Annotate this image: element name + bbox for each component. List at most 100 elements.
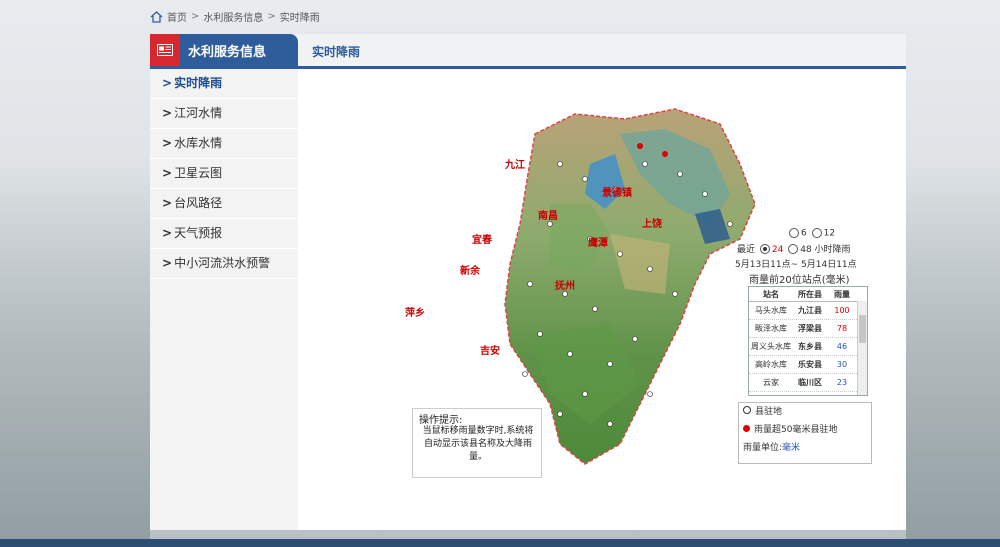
breadcrumb-current: 实时降雨 <box>279 13 320 24</box>
table-row[interactable]: 红旗水库上栗县23 <box>749 392 867 396</box>
station-cell: 红旗水库 <box>749 395 793 396</box>
hint-body: 当鼠标移雨量数字时,系统将自动显示该县名称及大降雨量。 <box>422 426 534 462</box>
sidebar-item-satellite[interactable]: > 卫星云图 <box>150 159 298 189</box>
time-range: 5月13日11点~ 5月14日11点 <box>735 259 857 270</box>
chevron-right-icon: > <box>162 166 173 180</box>
city-label[interactable]: 新余 <box>460 262 480 277</box>
sidebar-item-label: 天气预报 <box>174 226 223 240</box>
rank-table-body: 马头水库 九江县 100 畈泽水库 浮梁县 78 周义头水库 东乡县 46 高岭水库 乐安县 30 云家… <box>749 302 867 396</box>
county-cell: 九江县 <box>798 306 822 315</box>
value-cell: 30 <box>836 360 848 369</box>
recent-label: 最近 <box>737 244 756 255</box>
table-row[interactable]: 云家 临川区 23 <box>749 374 867 392</box>
scrollbar-thumb[interactable] <box>859 315 866 343</box>
radio-row-short: 6 12 <box>735 228 875 239</box>
section-title: 水利服务信息 <box>188 44 267 60</box>
section-tab: 水利服务信息 <box>150 34 298 66</box>
city-label[interactable]: 上饶 <box>642 215 662 230</box>
table-row[interactable]: 马头水库 九江县 100 <box>749 302 867 320</box>
legend: 县驻地 雨量超50毫米县驻地 雨量单位:毫米 <box>738 402 872 464</box>
home-icon[interactable] <box>150 10 163 23</box>
radio-24h[interactable] <box>759 244 770 254</box>
city-label[interactable]: 吉安 <box>480 342 500 357</box>
legend-unit: 雨量单位:毫米 <box>739 439 871 457</box>
col-value: 雨量 <box>834 289 850 299</box>
table-row[interactable]: 畈泽水库 浮梁县 78 <box>749 320 867 338</box>
legend-unit-value: 毫米 <box>782 443 801 453</box>
county-cell: 上栗县 <box>793 395 827 396</box>
radio-48h-label: 48 <box>800 244 812 255</box>
sidebar-item-typhoon[interactable]: > 台风路径 <box>150 189 298 219</box>
radio-12h[interactable] <box>811 228 822 238</box>
breadcrumb-separator: > <box>191 11 200 22</box>
hours-label: 小时降雨 <box>814 244 851 255</box>
operation-hint: 操作提示: 当鼠标移雨量数字时,系统将自动显示该县名称及大降雨量。 <box>412 408 542 478</box>
city-label[interactable]: 宜春 <box>472 231 492 246</box>
station-cell: 云家 <box>763 378 779 387</box>
bottom-bar <box>0 539 1000 547</box>
breadcrumb-home[interactable]: 首页 <box>167 9 187 24</box>
city-label[interactable]: 萍乡 <box>405 304 425 319</box>
sidebar-item-reservoir[interactable]: > 水库水情 <box>150 129 298 159</box>
sidebar: > 实时降雨 > 江河水情 > 水库水情 > 卫星云图 > 台风路径 > 天气预报 > 中小河… <box>150 69 298 530</box>
sidebar-item-label: 江河水情 <box>174 106 223 120</box>
hint-title: 操作提示: <box>419 415 463 426</box>
sidebar-item-label: 卫星云图 <box>174 166 223 180</box>
station-cell: 畈泽水库 <box>755 324 787 333</box>
chevron-right-icon: > <box>162 226 173 240</box>
county-cell: 临川区 <box>798 378 822 387</box>
chevron-right-icon: > <box>162 136 173 150</box>
rain-period-controls: 6 12 最近 24 48 小时降雨 5月13日11点~ 5月14日11点 雨量… <box>735 228 875 286</box>
city-label[interactable]: 南昌 <box>538 207 558 222</box>
sidebar-item-river[interactable]: > 江河水情 <box>150 99 298 129</box>
legend-unit-label: 雨量单位: <box>743 443 783 453</box>
news-icon <box>150 34 180 66</box>
city-label[interactable]: 九江 <box>505 156 525 171</box>
rank-table: 站名 所在县 雨量 马头水库 九江县 100 畈泽水库 浮梁县 78 周义头水库 东乡县 46 高… <box>748 286 868 396</box>
rank-title: 雨量前20位站点(毫米) <box>749 274 850 286</box>
background-left <box>0 160 150 540</box>
background-right <box>906 160 1000 540</box>
value-cell: 46 <box>836 342 848 351</box>
county-cell: 乐安县 <box>798 360 822 369</box>
open-circle-icon <box>743 406 751 414</box>
header-band: 水利服务信息 实时降雨 <box>150 34 906 69</box>
main-panel: 水利服务信息 实时降雨 > 实时降雨 > 江河水情 > 水库水情 > 卫星云图 > 台风路… <box>150 34 906 530</box>
chevron-right-icon: > <box>162 196 173 210</box>
table-row[interactable]: 周义头水库 东乡县 46 <box>749 338 867 356</box>
table-row[interactable]: 高岭水库 乐安县 30 <box>749 356 867 374</box>
sidebar-item-realtime-rain[interactable]: > 实时降雨 <box>150 69 298 99</box>
sidebar-item-label: 中小河流洪水预警 <box>174 256 271 270</box>
rank-table-header: 站名 所在县 雨量 <box>749 287 867 302</box>
sidebar-item-label: 实时降雨 <box>174 76 223 90</box>
page-title: 实时降雨 <box>312 45 361 59</box>
city-label[interactable]: 鹰潭 <box>588 234 608 249</box>
city-label[interactable]: 抚州 <box>555 277 575 292</box>
breadcrumb-section[interactable]: 水利服务信息 <box>203 9 263 24</box>
radio-48h[interactable] <box>788 244 799 254</box>
station-cell: 高岭水库 <box>755 360 787 369</box>
legend-county-seat-label: 县驻地 <box>755 407 783 417</box>
rank-table-scrollbar[interactable] <box>857 301 867 395</box>
radio-6h-label: 6 <box>801 228 807 239</box>
legend-county-seat: 县驻地 <box>739 403 871 421</box>
sidebar-item-flood-warning[interactable]: > 中小河流洪水预警 <box>150 249 298 279</box>
radio-24h-label: 24 <box>771 244 784 255</box>
station-cell: 周义头水库 <box>751 342 791 351</box>
county-cell: 东乡县 <box>798 342 822 351</box>
sidebar-item-weather[interactable]: > 天气预报 <box>150 219 298 249</box>
value-cell: 23 <box>836 378 848 387</box>
radio-12h-label: 12 <box>823 228 836 239</box>
value-cell: 100 <box>834 306 850 315</box>
red-dot-icon <box>743 425 750 432</box>
chevron-right-icon: > <box>162 76 173 90</box>
city-label[interactable]: 景德镇 <box>602 184 632 199</box>
radio-6h[interactable] <box>789 228 799 238</box>
legend-over50: 雨量超50毫米县驻地 <box>739 421 871 439</box>
chevron-right-icon: > <box>162 106 173 120</box>
col-station: 站名 <box>763 289 779 299</box>
breadcrumb-separator: > <box>267 11 276 22</box>
value-cell: 78 <box>836 324 848 333</box>
col-county: 所在县 <box>798 289 822 299</box>
county-cell: 浮梁县 <box>798 324 822 333</box>
